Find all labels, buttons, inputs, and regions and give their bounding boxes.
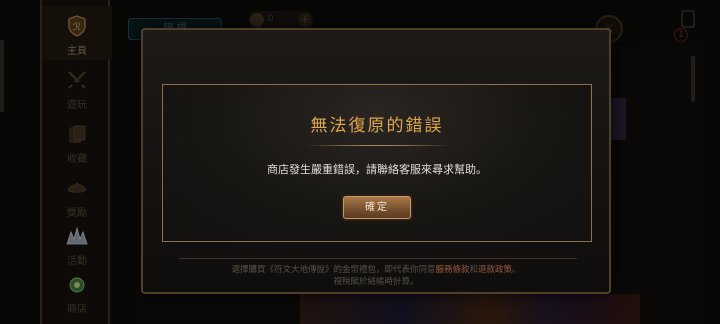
disclaimer-prefix: 選擇購買《符文大地傳說》的金幣禮包，即代表你同意 [231,265,436,275]
title-divider [305,145,451,146]
confirm-button[interactable]: 確定 [343,196,411,219]
disclaimer-and: 和 [469,265,478,275]
terms-of-service-link[interactable]: 服務條款 [435,265,469,275]
disclaimer-line-1: 選擇購買《符文大地傳說》的金幣禮包，即代表你同意服務條款和退款政策。 [143,264,609,276]
refund-policy-link[interactable]: 退款政策 [478,265,512,275]
dialog-title: 無法復原的錯誤 [310,116,444,136]
footer-divider [179,258,577,259]
purchase-disclaimer: 選擇購買《符文大地傳說》的金幣禮包，即代表你同意服務條款和退款政策。 視稅賦於結… [143,264,609,288]
disclaimer-suffix: 。 [512,265,521,275]
error-dialog: 無法復原的錯誤 商店發生嚴重錯誤，請聯絡客服來尋求幫助。 確定 選擇購買《符文大… [141,28,611,294]
disclaimer-line-2: 視稅賦於結帳時計算。 [333,277,419,287]
dialog-content-panel: 無法復原的錯誤 商店發生嚴重錯誤，請聯絡客服來尋求幫助。 確定 [162,84,592,242]
dialog-message: 商店發生嚴重錯誤，請聯絡客服來尋求幫助。 [267,163,487,176]
